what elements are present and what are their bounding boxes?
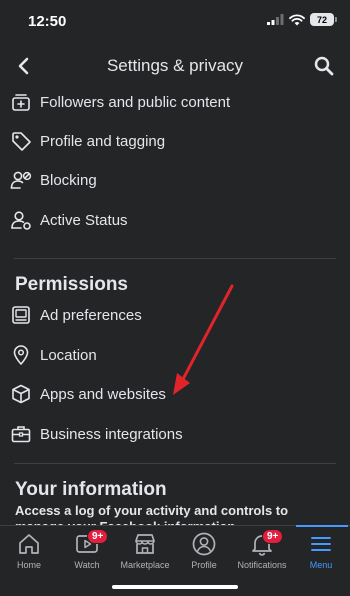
search-button[interactable] bbox=[310, 52, 338, 80]
cube-icon bbox=[10, 383, 32, 405]
marketplace-icon bbox=[131, 531, 159, 557]
battery-level: 72 bbox=[316, 14, 327, 25]
page-header: Settings & privacy bbox=[0, 44, 350, 88]
tab-label: Menu bbox=[309, 560, 333, 570]
search-icon bbox=[314, 56, 334, 76]
settings-list[interactable]: Followers and public content Profile and… bbox=[0, 88, 350, 525]
notifications-badge: 9+ bbox=[262, 529, 284, 544]
menu-icon bbox=[307, 531, 335, 557]
row-label: Followers and public content bbox=[40, 93, 231, 111]
tab-label: Profile bbox=[191, 560, 217, 570]
status-icons: 72 bbox=[267, 13, 337, 26]
battery-indicator: 72 bbox=[310, 13, 337, 26]
wifi-icon bbox=[289, 13, 305, 25]
row-label: Apps and websites bbox=[40, 385, 166, 403]
tab-profile[interactable]: Profile bbox=[181, 526, 227, 576]
tab-label: Home bbox=[16, 560, 41, 570]
tab-label: Notifications bbox=[237, 560, 287, 570]
signal-icon bbox=[267, 14, 284, 25]
row-label: Profile and tagging bbox=[40, 132, 166, 150]
tab-notifications[interactable]: 9+ Notifications bbox=[234, 526, 290, 576]
tab-label: Marketplace bbox=[120, 560, 170, 570]
briefcase-icon bbox=[10, 423, 32, 445]
row-business-integrations[interactable]: Business integrations bbox=[0, 415, 350, 453]
tag-icon bbox=[10, 130, 32, 152]
section-divider bbox=[14, 463, 336, 464]
ad-preferences-icon bbox=[10, 304, 32, 326]
home-indicator[interactable] bbox=[112, 585, 238, 589]
tab-label: Watch bbox=[74, 560, 100, 570]
blocking-icon bbox=[10, 169, 32, 191]
page-title: Settings & privacy bbox=[106, 56, 244, 75]
permissions-heading: Permissions bbox=[15, 274, 128, 295]
tab-menu[interactable]: Menu bbox=[298, 526, 344, 576]
row-label: Location bbox=[40, 346, 97, 364]
row-active-status[interactable]: Active Status bbox=[0, 201, 350, 239]
status-time: 12:50 bbox=[28, 13, 67, 30]
watch-badge: 9+ bbox=[87, 529, 109, 544]
tab-home[interactable]: Home bbox=[6, 526, 52, 576]
your-information-heading: Your information bbox=[15, 479, 167, 500]
bell-icon: 9+ bbox=[248, 529, 284, 557]
row-profile-tagging[interactable]: Profile and tagging bbox=[0, 122, 350, 160]
row-label: Blocking bbox=[40, 171, 97, 189]
row-label: Business integrations bbox=[40, 425, 183, 443]
location-pin-icon bbox=[10, 344, 32, 366]
home-icon bbox=[15, 531, 43, 557]
tab-marketplace[interactable]: Marketplace bbox=[118, 526, 172, 576]
row-followers-public-content[interactable]: Followers and public content bbox=[0, 88, 350, 121]
row-blocking[interactable]: Blocking bbox=[0, 161, 350, 199]
active-status-icon bbox=[10, 209, 32, 231]
row-label: Ad preferences bbox=[40, 306, 142, 324]
profile-icon bbox=[190, 531, 218, 557]
status-bar: 12:50 72 bbox=[0, 0, 350, 44]
row-label: Active Status bbox=[40, 211, 128, 229]
followers-icon bbox=[10, 91, 32, 113]
section-divider bbox=[14, 258, 336, 259]
watch-icon: 9+ bbox=[73, 529, 109, 557]
annotation-arrow bbox=[173, 284, 234, 395]
your-information-description: Access a log of your activity and contro… bbox=[15, 503, 289, 525]
tab-watch[interactable]: 9+ Watch bbox=[64, 526, 110, 576]
